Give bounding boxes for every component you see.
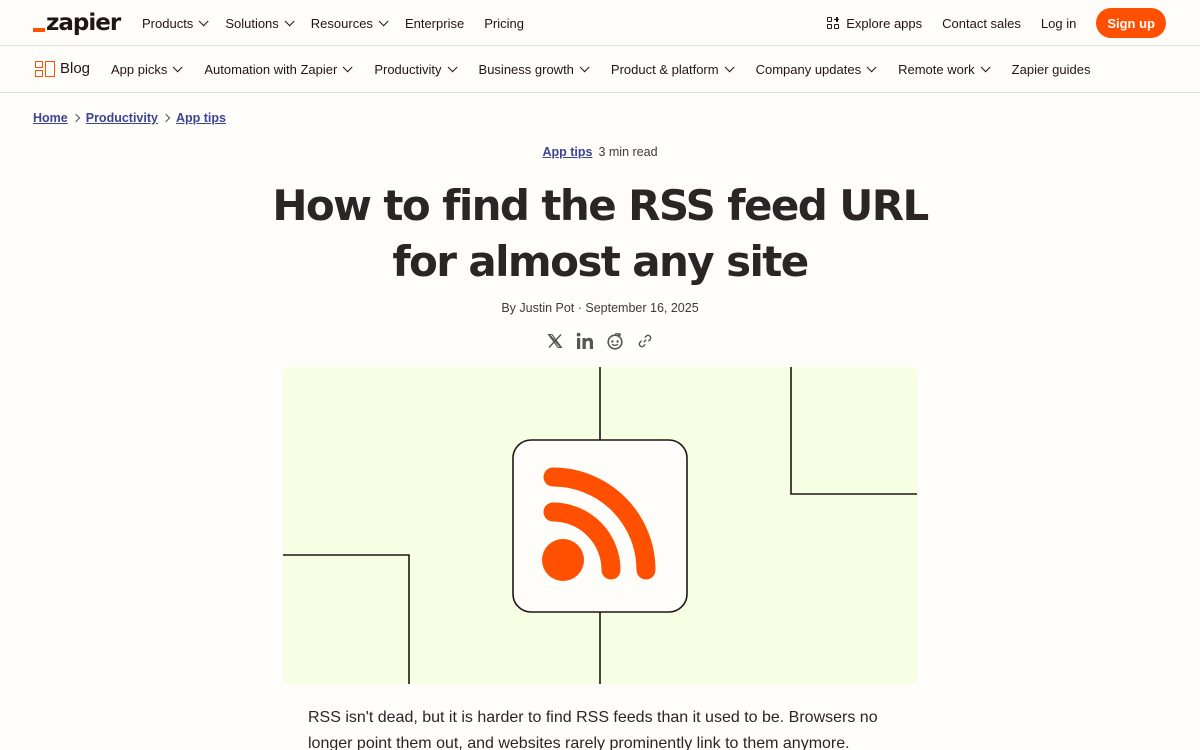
chevron-down-icon — [198, 15, 209, 26]
nav-resources[interactable]: Resources — [310, 15, 389, 31]
nav-solutions-label: Solutions — [225, 15, 279, 31]
nav-resources-label: Resources — [310, 15, 373, 31]
x-icon[interactable] — [545, 331, 565, 351]
blog-nav-label: Remote work — [898, 61, 975, 77]
blog-categories: App picks Automation with Zapier Product… — [111, 46, 1115, 92]
blog-icon — [35, 60, 55, 77]
chevron-down-icon — [342, 61, 353, 72]
share-bar — [545, 331, 665, 351]
contact-sales-link[interactable]: Contact sales — [942, 16, 1021, 31]
breadcrumb-app-tips[interactable]: App tips — [176, 111, 226, 125]
article-byline: By Justin Pot · September 16, 2025 — [501, 301, 699, 315]
blog-nav-label: Automation with Zapier — [204, 61, 338, 77]
chevron-down-icon — [173, 61, 183, 72]
article-title-line2: for almost any site — [392, 237, 809, 286]
article-intro: RSS isn't dead, but it is harder to find… — [308, 709, 878, 750]
sign-up-button[interactable]: Sign up — [1096, 8, 1166, 38]
read-time: 3 min read — [598, 145, 658, 159]
blog-home-link[interactable]: Blog — [35, 60, 90, 77]
nav-pricing[interactable]: Pricing — [484, 16, 524, 31]
article-title-line1: How to find the RSS feed URL — [272, 181, 929, 230]
blog-nav-automation[interactable]: Automation with Zapier — [204, 61, 353, 77]
log-in-link[interactable]: Log in — [1041, 16, 1076, 31]
blog-nav-label: App picks — [111, 61, 168, 77]
breadcrumb-home[interactable]: Home — [33, 111, 68, 125]
link-icon[interactable] — [635, 331, 655, 351]
chevron-down-icon — [378, 15, 389, 26]
blog-navigation: Blog App picks Automation with Zapier Pr… — [0, 46, 1200, 93]
blog-nav-productivity[interactable]: Productivity — [374, 61, 458, 77]
blog-nav-label: Zapier guides — [1011, 61, 1091, 77]
chevron-down-icon — [447, 61, 458, 72]
top-navigation: zapier Products Solutions Resources Ente… — [0, 0, 1200, 46]
article-title: How to find the RSS feed URL for almost … — [0, 178, 1200, 290]
article-meta: App tips 3 min read — [0, 145, 1200, 159]
nav-pricing-label: Pricing — [484, 15, 524, 31]
blog-nav-label: Business growth — [478, 61, 574, 77]
blog-nav-company-updates[interactable]: Company updates — [755, 61, 877, 77]
breadcrumb: Home Productivity App tips — [33, 111, 226, 125]
blog-nav-product-platform[interactable]: Product & platform — [610, 61, 735, 77]
chevron-down-icon — [724, 61, 735, 72]
nav-solutions[interactable]: Solutions — [225, 15, 295, 31]
account-menu: Explore apps Contact sales Log in Sign u… — [807, 0, 1166, 46]
chevron-down-icon — [579, 61, 590, 72]
logo-underscore — [33, 28, 45, 32]
blog-nav-business-growth[interactable]: Business growth — [478, 61, 590, 77]
blog-nav-label: Productivity — [374, 61, 442, 77]
chevron-right-icon — [161, 113, 171, 123]
chevron-down-icon — [980, 61, 991, 72]
blog-nav-label: Product & platform — [610, 61, 719, 77]
article-category-link[interactable]: App tips — [542, 145, 592, 159]
explore-apps-link[interactable]: Explore apps — [827, 16, 922, 31]
chevron-down-icon — [284, 15, 295, 26]
explore-apps-label: Explore apps — [846, 15, 923, 31]
reddit-icon[interactable] — [605, 331, 625, 351]
linkedin-icon[interactable] — [575, 331, 595, 351]
nav-products[interactable]: Products — [142, 15, 209, 31]
blog-nav-app-picks[interactable]: App picks — [111, 61, 183, 77]
chevron-right-icon — [71, 113, 80, 123]
nav-enterprise[interactable]: Enterprise — [405, 16, 464, 31]
zapier-logo[interactable]: zapier — [33, 10, 121, 36]
main-menu: Products Solutions Resources Enterprise … — [142, 0, 544, 46]
blog-nav-label: Company updates — [755, 61, 862, 77]
blog-nav-remote-work[interactable]: Remote work — [898, 61, 991, 77]
breadcrumb-productivity[interactable]: Productivity — [86, 111, 158, 125]
hero-illustration — [283, 367, 917, 684]
nav-enterprise-label: Enterprise — [404, 15, 465, 31]
chevron-down-icon — [866, 61, 877, 72]
blog-nav-zapier-guides[interactable]: Zapier guides — [1012, 62, 1091, 77]
hero-image — [283, 367, 917, 684]
blog-label: Blog — [60, 60, 91, 77]
logo-text: zapier — [46, 10, 121, 36]
nav-products-label: Products — [142, 15, 194, 31]
apps-grid-icon — [827, 17, 840, 29]
